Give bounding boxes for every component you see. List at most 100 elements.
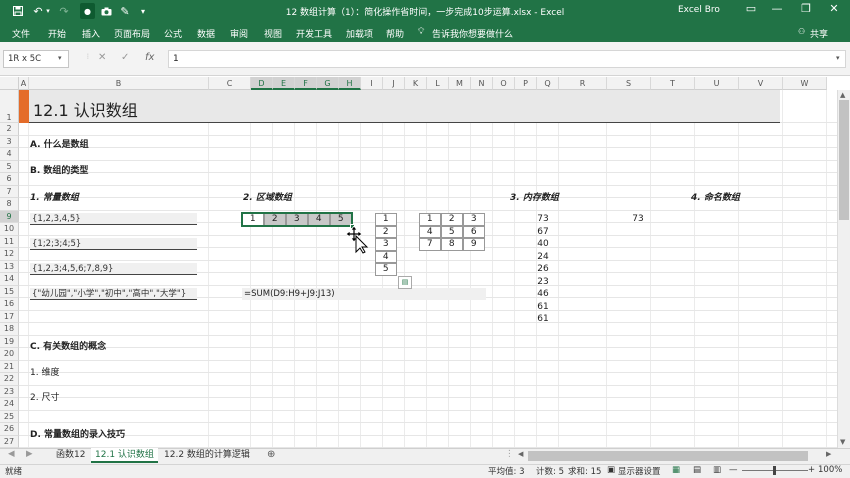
- user-name[interactable]: Excel Bro: [678, 5, 720, 15]
- row-array-cell[interactable]: 2: [264, 213, 286, 226]
- ribbon-display-button[interactable]: ▭: [740, 2, 762, 15]
- enter-icon[interactable]: ✓: [121, 52, 129, 63]
- row-header-27[interactable]: 27: [0, 435, 19, 448]
- tab-insert[interactable]: 插入: [82, 27, 100, 40]
- row-header-19[interactable]: 19: [0, 335, 19, 348]
- column-array-cell[interactable]: 2: [375, 225, 397, 238]
- row-header-21[interactable]: 21: [0, 360, 19, 373]
- tab-data[interactable]: 数据: [197, 27, 215, 40]
- row-header-13[interactable]: 13: [0, 260, 19, 273]
- memory-array-value[interactable]: 40: [523, 239, 563, 249]
- column-header-l[interactable]: L: [427, 77, 449, 90]
- matrix-cell[interactable]: 7: [419, 238, 441, 251]
- matrix-cell[interactable]: 1: [419, 213, 441, 226]
- name-box-dropdown-icon[interactable]: ▾: [58, 54, 62, 62]
- format-painter-icon[interactable]: ✎: [118, 3, 132, 19]
- column-header-j[interactable]: J: [383, 77, 405, 90]
- tab-file[interactable]: 文件: [12, 27, 30, 40]
- column-header-w[interactable]: W: [783, 77, 827, 90]
- close-button[interactable]: ✕: [823, 2, 845, 15]
- display-settings-label[interactable]: 显示器设置: [618, 465, 661, 477]
- matrix-cell[interactable]: 8: [441, 238, 463, 251]
- column-header-e[interactable]: E: [273, 77, 295, 90]
- memory-array-value[interactable]: 61: [523, 302, 563, 312]
- row-header-14[interactable]: 14: [0, 273, 19, 286]
- column-header-i[interactable]: I: [361, 77, 383, 90]
- camera-icon[interactable]: [99, 3, 113, 19]
- column-array-cell[interactable]: 4: [375, 250, 397, 263]
- row-header-15[interactable]: 15: [0, 285, 19, 298]
- row-header-16[interactable]: 16: [0, 298, 19, 311]
- memory-array-value[interactable]: 73: [523, 214, 563, 224]
- column-header-a[interactable]: A: [19, 77, 29, 90]
- share-button[interactable]: 共享: [810, 27, 828, 40]
- hscroll-right-icon[interactable]: ▶: [826, 450, 831, 458]
- column-header-h[interactable]: H: [339, 77, 361, 90]
- tab-addins[interactable]: 加载项: [346, 27, 373, 40]
- column-header-g[interactable]: G: [317, 77, 339, 90]
- page-break-view-icon[interactable]: ▥: [713, 465, 721, 475]
- row-header-11[interactable]: 11: [0, 235, 19, 248]
- column-header-m[interactable]: M: [449, 77, 471, 90]
- row-header-12[interactable]: 12: [0, 248, 19, 261]
- formula-input[interactable]: 1: [168, 50, 846, 68]
- column-array-cell[interactable]: 1: [375, 213, 397, 226]
- insert-function-icon[interactable]: fx: [145, 52, 154, 63]
- tab-review[interactable]: 审阅: [230, 27, 248, 40]
- page-layout-view-icon[interactable]: ▤: [693, 465, 701, 475]
- hscroll-left-icon[interactable]: ◀: [518, 450, 523, 458]
- matrix-cell[interactable]: 2: [441, 213, 463, 226]
- matrix-cell[interactable]: 5: [441, 225, 463, 238]
- matrix-cell[interactable]: 9: [463, 238, 485, 251]
- column-array-cell[interactable]: 3: [375, 238, 397, 251]
- undo-dropdown-icon[interactable]: ▾: [44, 3, 52, 19]
- tab-help[interactable]: 帮助: [386, 27, 404, 40]
- sheet-tab-calc-logic[interactable]: 12.2 数组的计算逻辑: [160, 448, 254, 463]
- column-header-s[interactable]: S: [607, 77, 651, 90]
- row-header-9[interactable]: 9: [0, 210, 19, 223]
- matrix-cell[interactable]: 6: [463, 225, 485, 238]
- column-header-b[interactable]: B: [29, 77, 209, 90]
- select-all-corner[interactable]: [0, 77, 19, 90]
- sheet-tab-functions12[interactable]: 函数12: [52, 448, 89, 463]
- restore-button[interactable]: ❐: [795, 2, 817, 15]
- memory-array-value[interactable]: 61: [523, 314, 563, 324]
- matrix-cell[interactable]: 3: [463, 213, 485, 226]
- row-header-7[interactable]: 7: [0, 185, 19, 198]
- expand-formula-bar-icon[interactable]: ▾: [836, 54, 840, 62]
- tab-view[interactable]: 视图: [264, 27, 282, 40]
- row-header-22[interactable]: 22: [0, 373, 19, 386]
- matrix-cell[interactable]: 4: [419, 225, 441, 238]
- scroll-up-icon[interactable]: ▲: [840, 91, 845, 99]
- tab-page-layout[interactable]: 页面布局: [114, 27, 150, 40]
- column-header-p[interactable]: P: [515, 77, 537, 90]
- memory-array-value[interactable]: 24: [523, 252, 563, 262]
- row-header-18[interactable]: 18: [0, 323, 19, 336]
- column-header-f[interactable]: F: [295, 77, 317, 90]
- quick-analysis-icon[interactable]: ▤: [398, 276, 412, 289]
- named-array-value[interactable]: 73: [618, 214, 658, 224]
- column-header-u[interactable]: U: [695, 77, 739, 90]
- vertical-scroll-thumb[interactable]: [839, 100, 849, 220]
- touch-mode-icon[interactable]: ●: [80, 3, 95, 19]
- row-header-4[interactable]: 4: [0, 148, 19, 161]
- tab-formulas[interactable]: 公式: [164, 27, 182, 40]
- column-header-q[interactable]: Q: [537, 77, 559, 90]
- normal-view-icon[interactable]: ▦: [672, 465, 680, 475]
- customize-icon[interactable]: ▾: [138, 3, 148, 19]
- memory-array-value[interactable]: 67: [523, 227, 563, 237]
- row-header-20[interactable]: 20: [0, 348, 19, 361]
- row-array-cell[interactable]: 3: [286, 213, 308, 226]
- row-array-cell[interactable]: 4: [308, 213, 330, 226]
- column-header-o[interactable]: O: [493, 77, 515, 90]
- column-header-t[interactable]: T: [651, 77, 695, 90]
- save-icon[interactable]: [10, 3, 26, 19]
- row-header-2[interactable]: 2: [0, 123, 19, 136]
- memory-array-value[interactable]: 46: [523, 289, 563, 299]
- status-sum[interactable]: 求和: 15: [568, 465, 601, 477]
- new-sheet-icon[interactable]: ⊕: [267, 449, 275, 460]
- row-header-23[interactable]: 23: [0, 385, 19, 398]
- display-settings-icon[interactable]: ▣: [607, 465, 615, 475]
- tab-home[interactable]: 开始: [48, 27, 66, 40]
- row-array-cell[interactable]: 1: [242, 213, 264, 226]
